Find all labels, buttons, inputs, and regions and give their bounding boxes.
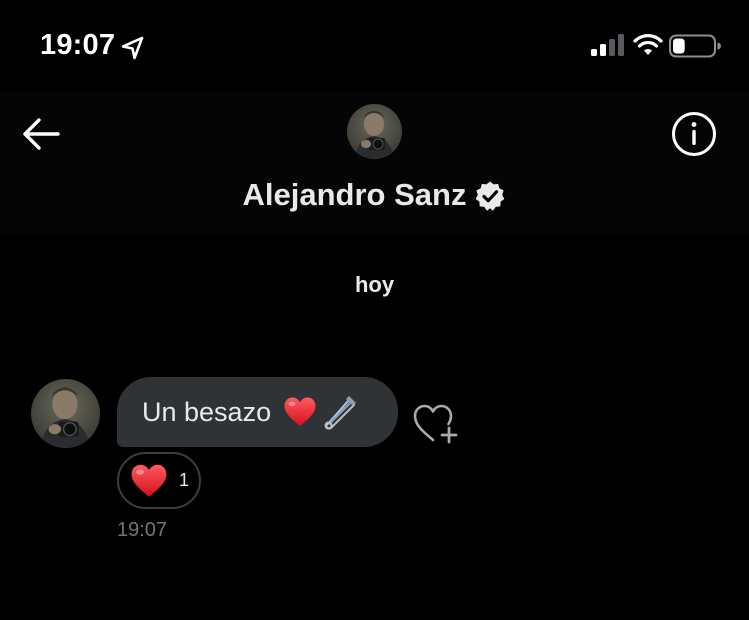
status-bar: 19:07 [0, 0, 749, 92]
safety-pin-emoji [324, 396, 357, 430]
arrow-left-icon [23, 118, 60, 150]
message-timestamp: 19:07 [117, 519, 168, 541]
heart-plus-icon [413, 404, 458, 444]
contact-avatar[interactable] [347, 104, 402, 159]
avatar-photo [347, 104, 402, 159]
message-bubble[interactable]: Un besazo [117, 377, 398, 447]
info-button[interactable] [670, 110, 718, 158]
contact-name-row: Alejandro Sanz [0, 175, 749, 215]
back-button[interactable] [20, 114, 64, 154]
contact-name[interactable]: Alejandro Sanz [243, 175, 467, 215]
location-arrow-icon [121, 36, 144, 60]
date-divider: hoy [354, 272, 395, 297]
info-circle-icon [672, 112, 716, 156]
message-sender-avatar[interactable] [31, 379, 100, 448]
red-heart-emoji [284, 397, 316, 426]
avatar-photo [31, 379, 100, 448]
add-reaction-button[interactable] [411, 400, 461, 446]
message-text: Un besazo [142, 397, 272, 427]
conversation-header: Alejandro Sanz [0, 92, 749, 234]
reaction-count: 1 [179, 470, 190, 490]
cellular-signal-icon [591, 34, 624, 56]
wifi-icon [633, 34, 663, 55]
battery-icon [669, 34, 721, 58]
reaction-pill[interactable]: 1 [117, 452, 201, 509]
status-time: 19:07 [40, 29, 116, 61]
verified-badge-icon [476, 181, 505, 211]
red-heart-emoji [131, 464, 167, 497]
